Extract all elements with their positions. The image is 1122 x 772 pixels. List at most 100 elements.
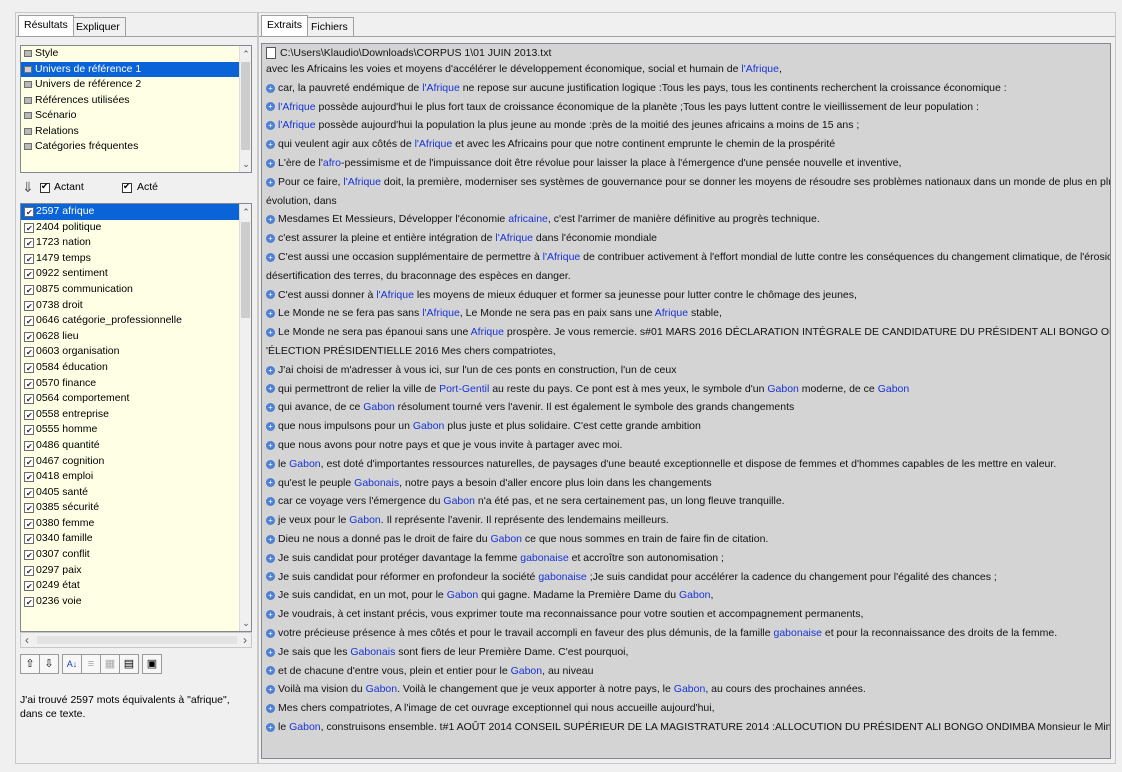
extract-line[interactable]: + le Gabon, construisons ensemble. t#1 AO… (266, 721, 1110, 734)
expand-icon[interactable]: + (266, 628, 275, 638)
extract-line[interactable]: + qui permettront de relier la ville de P… (266, 383, 909, 396)
word-list-item[interactable]: 1723 nation (21, 235, 251, 252)
extract-line[interactable]: + J'ai choisi de m'adresser à vous ici, s… (266, 364, 676, 377)
word-list-item[interactable]: 0380 femme (21, 516, 251, 532)
scroll-thumb[interactable] (241, 222, 250, 318)
extract-line[interactable]: + qu'est le peuple Gabonais, notre pays a… (266, 477, 712, 490)
copy-button[interactable]: ▣ (142, 654, 162, 674)
checkbox-icon[interactable] (24, 470, 34, 486)
expand-icon[interactable]: + (266, 553, 275, 563)
extract-line[interactable]: + que nous impulsons pour un Gabon plus j… (266, 420, 701, 433)
category-item[interactable]: Scénario (21, 108, 251, 124)
expand-icon[interactable]: + (266, 215, 275, 225)
move-down-button[interactable]: ⇩ (39, 654, 59, 674)
tab-expliquer[interactable]: Expliquer (70, 17, 126, 36)
tab-fichiers[interactable]: Fichiers (305, 17, 354, 36)
expand-icon[interactable]: + (266, 252, 275, 262)
extract-line[interactable]: + Mesdames Et Messieurs, Développer l'éco… (266, 213, 820, 226)
tab-resultats[interactable]: Résultats (18, 15, 74, 36)
filter-down-arrow-icon[interactable]: ⇓ (22, 179, 34, 195)
word-list-item[interactable]: 0570 finance (21, 376, 251, 392)
expand-icon[interactable]: + (266, 666, 275, 676)
extracts-text-view[interactable]: C:\Users\Klaudio\Downloads\CORPUS 1\01 J… (261, 43, 1111, 759)
checkbox-icon[interactable] (24, 564, 34, 579)
expand-icon[interactable]: + (266, 478, 275, 488)
extract-line[interactable]: + Voilà ma vision du Gabon. Voilà le chan… (266, 683, 866, 696)
word-list-item[interactable]: 0738 droit (21, 298, 251, 314)
checkbox-icon[interactable] (24, 595, 34, 610)
word-list-horizontal-scrollbar[interactable]: ‹ › (20, 632, 252, 648)
category-list-scrollbar[interactable]: ⌃ ⌄ (239, 46, 251, 172)
expand-icon[interactable]: + (266, 497, 275, 507)
expand-icon[interactable]: + (266, 403, 275, 413)
extract-line[interactable]: + que nous avons pour notre pays et que j… (266, 439, 622, 452)
expand-icon[interactable]: + (266, 515, 275, 525)
extract-line[interactable]: + votre précieuse présence à mes côtés et… (266, 627, 1057, 640)
extract-line[interactable]: + le Gabon, est doté d'importantes ressou… (266, 458, 1056, 471)
checkbox-icon[interactable] (24, 283, 34, 299)
word-list-item[interactable]: 0467 cognition (21, 454, 251, 470)
expand-icon[interactable]: + (266, 233, 275, 243)
extract-line[interactable]: + Je voudrais, à cet instant précis, vous… (266, 608, 863, 621)
hscroll-track[interactable] (37, 636, 237, 644)
checkbox-icon[interactable] (24, 377, 34, 392)
expand-icon[interactable]: + (266, 121, 275, 131)
checkbox-icon[interactable] (24, 205, 34, 221)
extract-line[interactable]: + Le Monde ne sera pas épanoui sans une A… (266, 326, 1110, 339)
category-item[interactable]: Catégories fréquentes (21, 139, 251, 155)
checkbox-icon[interactable] (24, 532, 34, 548)
word-list-item[interactable]: 0297 paix (21, 563, 251, 579)
checkbox-icon[interactable] (24, 236, 34, 252)
expand-icon[interactable]: + (266, 290, 275, 300)
extract-line[interactable]: + L'ère de l'afro-pessimisme et de l'impu… (266, 157, 901, 170)
checkbox-icon[interactable] (24, 517, 34, 532)
extract-line[interactable]: + C'est aussi une occasion supplémentaire… (266, 251, 1110, 264)
sort-az-button[interactable]: A↓ (62, 654, 82, 674)
checkbox-icon[interactable] (24, 579, 34, 595)
checkbox-icon[interactable] (24, 221, 34, 236)
list-view-button[interactable]: ≡ (81, 654, 101, 674)
extract-line[interactable]: + car ce voyage vers l'émergence du Gabon… (266, 495, 785, 508)
expand-icon[interactable]: + (266, 685, 275, 695)
checkbox-icon[interactable] (24, 455, 34, 470)
expand-icon[interactable]: + (266, 158, 275, 168)
word-list-item[interactable]: 0875 communication (21, 282, 251, 299)
scroll-down-icon[interactable]: ⌄ (240, 617, 251, 629)
category-item[interactable]: Relations (21, 124, 251, 140)
scroll-down-icon[interactable]: ⌄ (240, 158, 251, 170)
word-frequency-list[interactable]: 2597 afrique 2404 politique 1723 nation 147… (20, 203, 252, 632)
expand-icon[interactable]: + (266, 703, 275, 713)
word-list-item[interactable]: 0922 sentiment (21, 266, 251, 283)
extract-line[interactable]: + Pour ce faire, l'Afrique doit, la premi… (266, 176, 1110, 189)
expand-icon[interactable]: + (266, 309, 275, 319)
word-list-item[interactable]: 0307 conflit (21, 547, 251, 564)
expand-icon[interactable]: + (266, 139, 275, 149)
extract-line[interactable]: + je veux pour le Gabon. Il représente l'… (266, 514, 669, 527)
word-list-item[interactable]: 0249 état (21, 578, 251, 595)
extract-line[interactable]: + C'est aussi donner à l'Afrique les moye… (266, 289, 857, 302)
checkbox-icon[interactable] (24, 299, 34, 314)
checkbox-icon[interactable] (24, 501, 34, 517)
actant-checkbox[interactable] (40, 181, 50, 194)
word-list-item[interactable]: 0628 lieu (21, 329, 251, 345)
extract-line[interactable]: + c'est assurer la pleine et entière inté… (266, 232, 657, 245)
expand-icon[interactable]: + (266, 722, 275, 732)
expand-icon[interactable]: + (266, 647, 275, 657)
scroll-thumb[interactable] (241, 62, 250, 150)
category-item[interactable]: Références utilisées (21, 93, 251, 109)
extract-line[interactable]: + Dieu ne nous a donné pas le droit de fa… (266, 533, 768, 546)
checkbox-icon[interactable] (24, 439, 34, 455)
word-list-item[interactable]: 2404 politique (21, 220, 251, 236)
extract-line[interactable]: + Le Monde ne se fera pas sans l'Afrique,… (266, 307, 722, 320)
word-list-item[interactable]: 0486 quantité (21, 438, 251, 455)
expand-icon[interactable]: + (266, 440, 275, 450)
expand-icon[interactable]: + (266, 534, 275, 544)
extract-line[interactable]: + Je suis candidat pour protéger davantag… (266, 552, 724, 565)
word-list-item[interactable]: 0603 organisation (21, 344, 251, 361)
category-item[interactable]: Univers de référence 1 (21, 61, 239, 77)
checkbox-icon[interactable] (24, 548, 34, 564)
extract-line[interactable]: + Je suis candidat, en un mot, pour le Ga… (266, 589, 713, 602)
move-up-button[interactable]: ⇧ (20, 654, 40, 674)
extract-line[interactable]: + et de chacune d'entre vous, plein et en… (266, 665, 593, 678)
checkbox-icon[interactable] (24, 486, 34, 501)
